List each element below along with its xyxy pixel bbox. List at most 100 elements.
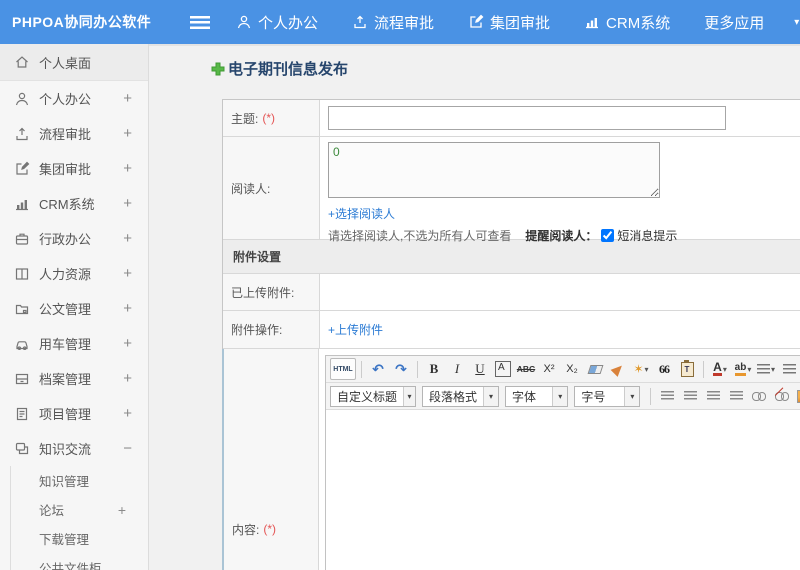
caret-down-icon: ▾ <box>552 386 568 406</box>
sidebar-item-label: 知识交流 <box>39 442 92 457</box>
nav-crm-system[interactable]: CRM系统 <box>584 12 670 33</box>
expand-icon[interactable]: + <box>123 265 132 282</box>
upload-attachment-link[interactable]: +上传附件 <box>328 321 383 338</box>
sidebar-item-archive-management[interactable]: 档案管理 + <box>0 361 148 396</box>
autoformat-button[interactable]: ✶ ▾ <box>630 358 652 380</box>
paragraph-format-select[interactable]: 段落格式 ▾ <box>422 385 500 407</box>
insert-link-button[interactable] <box>748 385 770 407</box>
required-mark: (*) <box>262 111 276 125</box>
select-value: 段落格式 <box>429 389 478 404</box>
nav-more-apps[interactable]: 更多应用 <box>704 12 764 33</box>
sidebar-item-workflow-approval[interactable]: 流程审批 + <box>0 116 148 151</box>
highlighter-icon: ab <box>734 362 747 376</box>
expand-icon[interactable]: + <box>123 230 132 247</box>
briefcase-icon <box>15 233 29 245</box>
nav-workflow-approval[interactable]: 流程审批 <box>352 12 434 33</box>
subject-input[interactable] <box>328 106 726 130</box>
hamburger-icon[interactable] <box>190 15 210 29</box>
sidebar-item-label: 流程审批 <box>39 127 92 142</box>
sidebar-item-label: CRM系统 <box>39 197 95 212</box>
ordered-list-button[interactable]: ▾ <box>755 358 777 380</box>
font-size-select[interactable]: 字号 ▾ <box>574 385 641 407</box>
nav-label: 流程审批 <box>374 14 435 32</box>
sidebar-subitem-label: 公共文件柜 <box>39 562 102 570</box>
strikethrough-button[interactable]: ABC <box>515 358 537 380</box>
insert-image-button[interactable] <box>794 385 800 407</box>
sidebar-subitem-knowledge-management[interactable]: 知识管理 <box>11 466 148 495</box>
remove-link-button[interactable] <box>771 385 793 407</box>
expand-icon[interactable]: + <box>123 335 132 352</box>
folder-icon <box>15 304 29 314</box>
expand-icon[interactable]: + <box>123 125 132 142</box>
sidebar-subitem-download-management[interactable]: 下载管理 <box>11 524 148 553</box>
sidebar-item-document-management[interactable]: 公文管理 + <box>0 291 148 326</box>
edit-icon <box>470 14 484 28</box>
readers-row: 阅读人: 0 +选择阅读人 请选择阅读人,不选为所有人可查看 提醒阅读人： 短消… <box>223 137 800 243</box>
chart-icon <box>16 199 28 210</box>
sidebar-subitem-public-file-cabinet[interactable]: 公共文件柜 <box>11 553 148 570</box>
content-row: 内容: (*) HTML ↶ ↷ B I U A ABC X² X₂ ✶ ▾ 6… <box>222 349 800 570</box>
blockquote-button[interactable]: 66 <box>653 358 675 380</box>
format-brush-button[interactable] <box>607 358 629 380</box>
editor-toolbar-row-2: 自定义标题 ▾ 段落格式 ▾ 字体 ▾ 字号 ▾ <box>326 383 800 410</box>
align-justify-button[interactable] <box>725 385 747 407</box>
expand-icon[interactable]: + <box>118 502 126 518</box>
redo-icon[interactable]: ↷ <box>390 358 412 380</box>
align-right-button[interactable] <box>702 385 724 407</box>
caret-down-icon[interactable]: ▾ <box>794 17 799 28</box>
sms-notify-label: 短消息提示 <box>617 229 678 243</box>
expand-icon[interactable]: + <box>123 160 132 177</box>
underline-button[interactable]: U <box>469 358 491 380</box>
html-source-button[interactable]: HTML <box>330 358 356 380</box>
select-readers-link[interactable]: +选择阅读人 <box>328 207 395 221</box>
expand-icon[interactable]: + <box>123 405 132 422</box>
expand-icon[interactable]: + <box>123 195 132 212</box>
editor-content-area[interactable] <box>326 410 800 570</box>
sms-notify-checkbox[interactable] <box>601 229 615 242</box>
sidebar-item-project-management[interactable]: 项目管理 + <box>0 396 148 431</box>
nav-label: 个人办公 <box>258 14 319 32</box>
align-left-button[interactable] <box>656 385 678 407</box>
subscript-button[interactable]: X₂ <box>561 358 583 380</box>
superscript-button[interactable]: X² <box>538 358 560 380</box>
home-icon <box>16 56 28 68</box>
font-color-icon: A <box>713 360 722 376</box>
toolbar-separator <box>417 360 418 378</box>
attachment-action-label: 附件操作: <box>231 323 283 337</box>
caret-down-icon: ▾ <box>644 364 649 374</box>
attachment-action-row: 附件操作: +上传附件 <box>223 311 800 349</box>
expand-icon[interactable]: + <box>123 300 132 317</box>
undo-icon[interactable]: ↶ <box>367 358 389 380</box>
sidebar-item-crm-system[interactable]: CRM系统 + <box>0 186 148 221</box>
readers-label: 阅读人: <box>231 181 271 196</box>
highlight-color-button[interactable]: ab ▾ <box>732 358 754 380</box>
sidebar-item-personal-desktop[interactable]: 个人桌面 <box>0 44 148 81</box>
collapse-icon[interactable]: − <box>123 440 132 457</box>
sidebar-item-knowledge-exchange[interactable]: 知识交流 − <box>0 431 148 466</box>
nav-group-approval[interactable]: 集团审批 <box>468 12 550 33</box>
font-style-button[interactable]: A <box>495 361 511 377</box>
unordered-list-button[interactable] <box>778 358 800 380</box>
plus-green-icon <box>211 62 225 75</box>
expand-icon[interactable]: + <box>123 90 132 107</box>
bold-button[interactable]: B <box>423 358 445 380</box>
nav-personal-office[interactable]: 个人办公 <box>236 12 318 33</box>
sidebar-item-administration[interactable]: 行政办公 + <box>0 221 148 256</box>
sidebar-item-vehicle-management[interactable]: 用车管理 + <box>0 326 148 361</box>
sidebar-item-personal-office[interactable]: 个人办公 + <box>0 81 148 116</box>
sidebar-item-human-resources[interactable]: 人力资源 + <box>0 256 148 291</box>
font-family-select[interactable]: 字体 ▾ <box>505 385 569 407</box>
car-icon <box>16 340 28 350</box>
align-center-icon <box>683 391 697 401</box>
paste-text-button[interactable]: T <box>676 358 698 380</box>
italic-button[interactable]: I <box>446 358 468 380</box>
sidebar-item-group-approval[interactable]: 集团审批 + <box>0 151 148 186</box>
expand-icon[interactable]: + <box>123 370 132 387</box>
custom-heading-select[interactable]: 自定义标题 ▾ <box>330 385 416 407</box>
align-center-button[interactable] <box>679 385 701 407</box>
edit-icon <box>16 161 30 175</box>
sidebar-subitem-forum[interactable]: 论坛 + <box>11 495 148 524</box>
font-color-button[interactable]: A ▾ <box>709 358 731 380</box>
eraser-button[interactable] <box>584 358 606 380</box>
readers-textarea[interactable]: 0 <box>328 142 660 198</box>
